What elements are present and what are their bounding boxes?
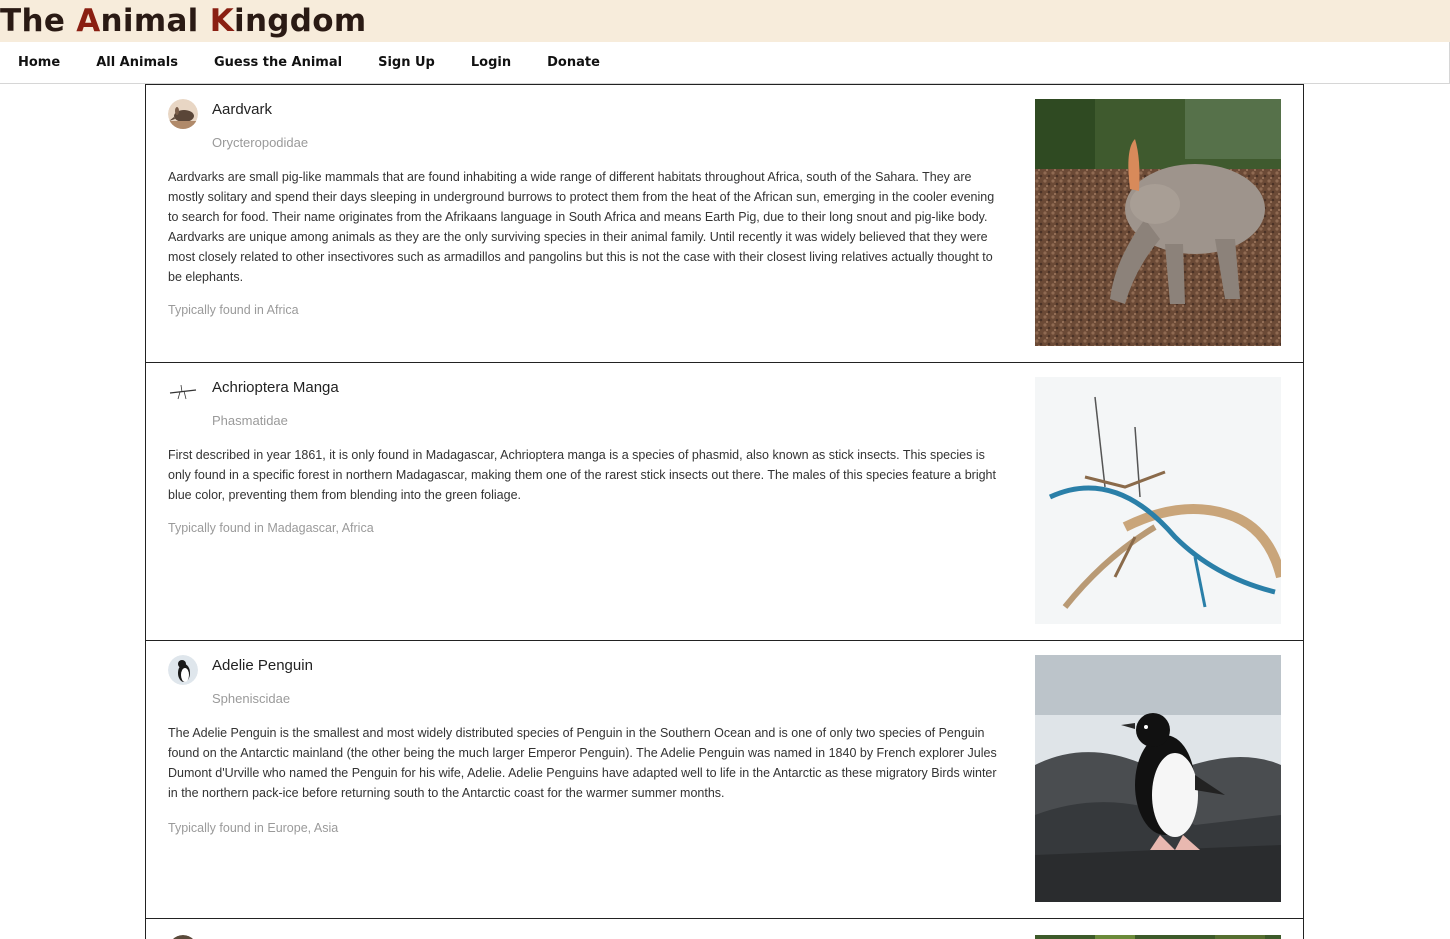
nav-donate[interactable]: Donate — [547, 55, 600, 70]
animal-icon — [168, 935, 198, 939]
animal-name[interactable]: Adelie Penguin — [212, 657, 313, 674]
title-word-nimal: nimal — [100, 3, 210, 39]
site-header: The Animal Kingdom — [0, 0, 1450, 42]
nav-guess-the-animal[interactable]: Guess the Animal — [214, 55, 342, 70]
site-title[interactable]: The Animal Kingdom — [0, 0, 367, 42]
animal-family: Orycteropodidae — [212, 135, 309, 150]
penguin-icon — [168, 655, 198, 685]
penguin-photo[interactable] — [1035, 655, 1281, 902]
animal-description: Aardvarks are small pig-like mammals tha… — [168, 170, 995, 284]
animal-region: Typically found in Africa — [168, 303, 299, 317]
animal-name[interactable]: Achrioptera Manga — [212, 379, 339, 396]
stick-insect-icon — [168, 377, 198, 407]
nav-home[interactable]: Home — [18, 55, 60, 70]
animal-region: Typically found in Europe, Asia — [168, 821, 339, 835]
animal-description: First described in year 1861, it is only… — [168, 448, 996, 502]
title-word-ingdom: ingdom — [234, 3, 367, 39]
title-letter-t: T — [0, 3, 22, 39]
title-word-he: he — [21, 3, 77, 39]
animal-card[interactable]: Achrioptera Manga Phasmatidae First desc… — [145, 362, 1304, 640]
title-letter-k: K — [209, 3, 235, 39]
nav-login[interactable]: Login — [471, 55, 511, 70]
animal-card[interactable] — [145, 918, 1304, 939]
animal-feed: Aardvark Orycteropodidae Aardvarks are s… — [145, 84, 1304, 939]
animal-family: Phasmatidae — [212, 413, 288, 428]
title-letter-a: A — [76, 3, 101, 39]
main-nav: Home All Animals Guess the Animal Sign U… — [0, 42, 1450, 84]
nav-all-animals[interactable]: All Animals — [96, 55, 178, 70]
animal-card[interactable]: Aardvark Orycteropodidae Aardvarks are s… — [145, 84, 1304, 362]
nav-sign-up[interactable]: Sign Up — [378, 55, 435, 70]
animal-description: The Adelie Penguin is the smallest and m… — [168, 726, 997, 800]
animal-card[interactable]: Adelie Penguin Spheniscidae The Adelie P… — [145, 640, 1304, 918]
animal-name[interactable]: Aardvark — [212, 101, 272, 118]
aardvark-photo[interactable] — [1035, 99, 1281, 346]
stick-insect-photo[interactable] — [1035, 377, 1281, 624]
animal-family: Spheniscidae — [212, 691, 291, 706]
animal-region: Typically found in Madagascar, Africa — [168, 521, 374, 535]
aardvark-icon — [168, 99, 198, 129]
animal-photo[interactable] — [1035, 935, 1281, 939]
